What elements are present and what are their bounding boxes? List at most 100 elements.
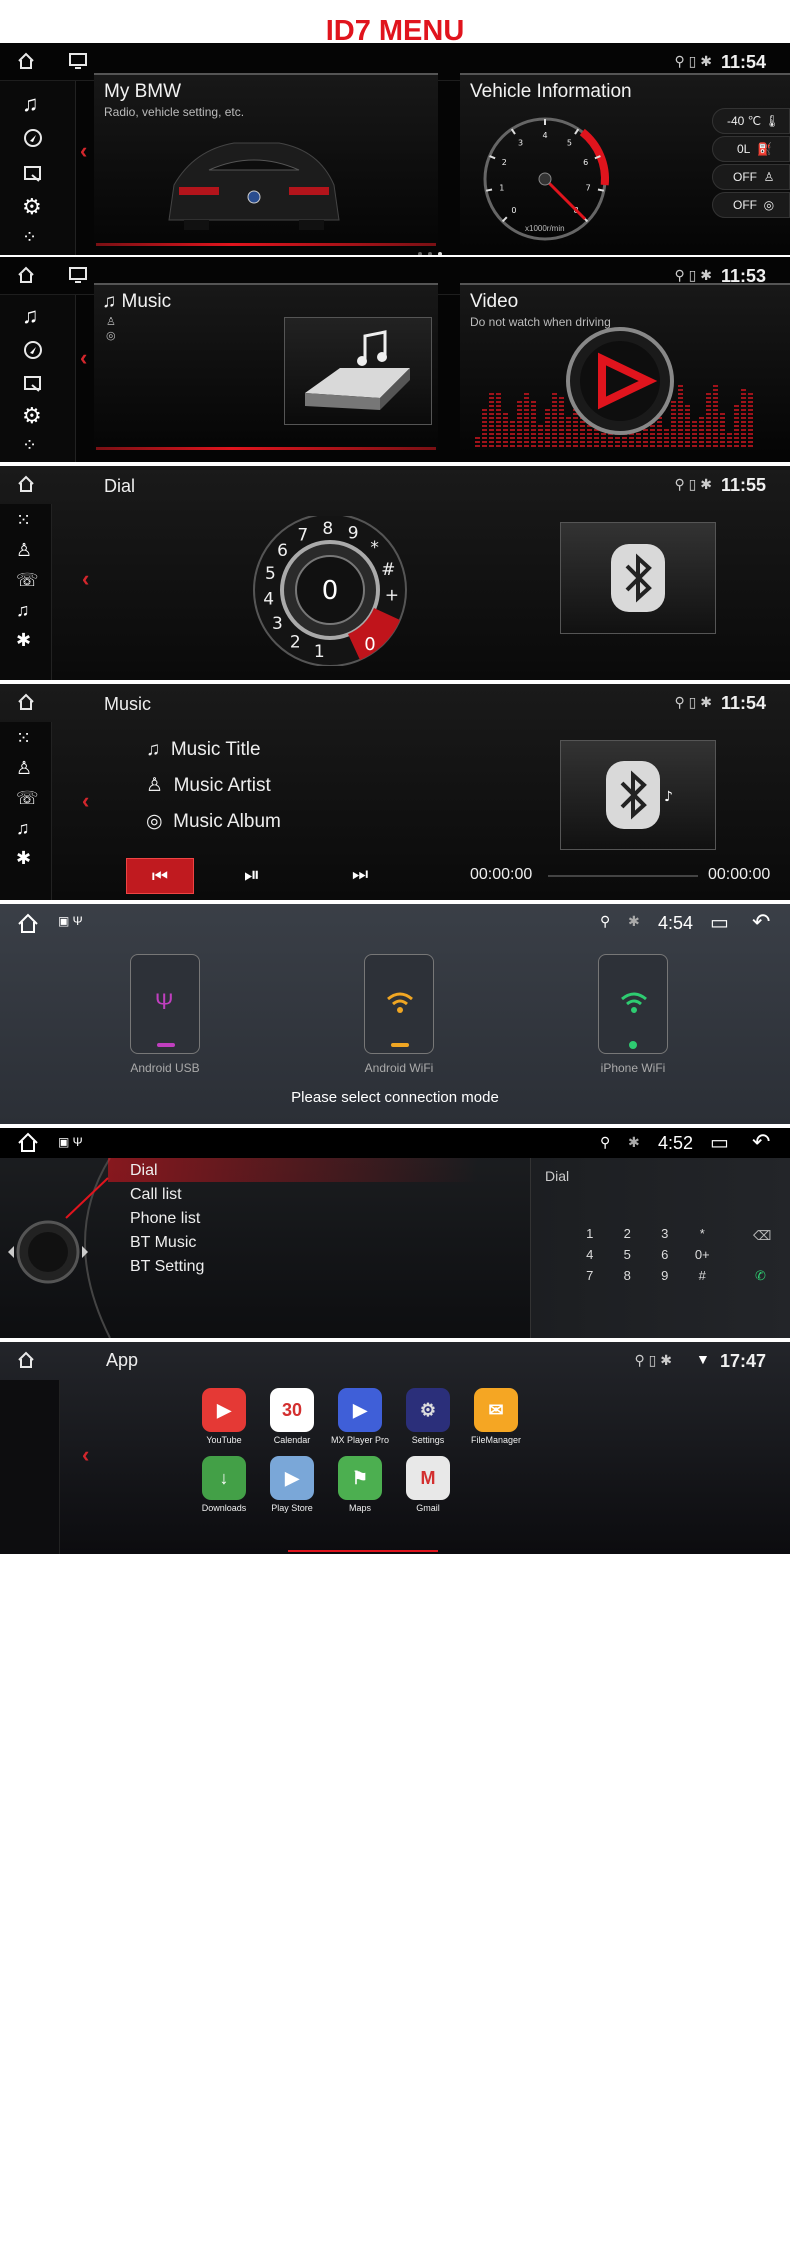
screen-icon[interactable] [68, 51, 88, 71]
equalizer-bar [510, 421, 515, 423]
app-youtube[interactable]: ▶ YouTube [194, 1388, 254, 1452]
contacts-icon[interactable]: ♙ [16, 758, 32, 779]
menu-item-call-list[interactable]: Call list [130, 1186, 182, 1204]
prev-page-chevron[interactable]: ‹ [82, 788, 89, 814]
navigation-icon[interactable] [22, 339, 44, 361]
menu-item-dial[interactable]: Dial [130, 1162, 158, 1180]
previous-button[interactable]: ⏮ [126, 858, 194, 894]
app-label: Settings [411, 1435, 445, 1445]
equalizer-bar [748, 405, 753, 407]
dial-key[interactable]: 8 [322, 519, 333, 539]
carplay-icon[interactable] [22, 163, 44, 185]
back-icon[interactable]: ↶ [752, 1129, 770, 1155]
home-icon[interactable] [16, 692, 36, 712]
menu-item-bt-music[interactable]: BT Music [130, 1234, 196, 1252]
prev-page-chevron[interactable]: ‹ [82, 566, 89, 592]
bt-music-icon[interactable]: ♫ [16, 600, 30, 621]
dial-key[interactable]: 1 [314, 642, 325, 662]
music-card[interactable]: ♫ Music ♙ ◎ [94, 283, 438, 453]
dial-key[interactable]: 7 [297, 525, 308, 545]
app-mx-player[interactable]: ▶ MX Player Pro [330, 1388, 390, 1452]
home-icon[interactable] [16, 51, 36, 71]
wifi-status-icon: ▼ [696, 1351, 710, 1367]
phone-iphone-wifi[interactable] [598, 954, 668, 1054]
home-icon[interactable] [16, 912, 40, 936]
app-play-store[interactable]: ▶ Play Store [262, 1456, 322, 1520]
equalizer-bar [517, 441, 522, 443]
menu-item-phone-list[interactable]: Phone list [130, 1210, 200, 1228]
equalizer-bar [552, 393, 557, 395]
keypad-icon[interactable]: ⁙ [16, 728, 31, 749]
apps-icon[interactable]: ⁘ [22, 227, 37, 248]
settings-icon[interactable]: ⚙ [22, 403, 42, 429]
equalizer-bar [503, 433, 508, 435]
dial-key[interactable]: 6 [277, 541, 288, 561]
dial-key[interactable]: 3 [272, 614, 283, 634]
apps-icon[interactable]: ⁘ [22, 435, 37, 456]
dial-display: 0 [322, 576, 339, 606]
dial-key[interactable]: 4 [263, 590, 274, 610]
preview-call-icon: ✆ [755, 1268, 766, 1283]
recent-apps-icon[interactable]: ▭ [710, 910, 729, 935]
app-file-manager[interactable]: ✉ FileManager [466, 1388, 526, 1452]
call-log-icon[interactable]: ☏ [16, 788, 39, 809]
dial-key-red[interactable]: 0 [364, 634, 375, 655]
play-pause-button[interactable]: ⏯ [244, 864, 260, 887]
home-icon[interactable] [16, 1350, 36, 1370]
equalizer-bar [517, 417, 522, 419]
home-icon[interactable] [16, 265, 36, 285]
maps-icon: ⚑ [338, 1456, 382, 1500]
screen-icon[interactable] [68, 265, 88, 285]
equalizer-bar [573, 417, 578, 419]
settings-icon[interactable]: ⚙ [22, 194, 42, 220]
idrive-knob[interactable] [0, 1158, 120, 1338]
dial-key[interactable]: # [381, 560, 395, 580]
equalizer-bar [713, 417, 718, 419]
music-nav-icon[interactable]: ♫ [22, 91, 39, 117]
preview-key: 5 [623, 1247, 631, 1262]
rotary-dial[interactable]: 0 0 123 4 567 8 9 *# + [210, 516, 450, 666]
call-log-icon[interactable]: ☏ [16, 570, 39, 591]
next-button[interactable]: ⏭ [352, 864, 368, 885]
dial-key[interactable]: 9 [348, 524, 359, 544]
settings-icon: ⚙ [406, 1388, 450, 1432]
bt-music-icon[interactable]: ♫ [16, 818, 30, 839]
home-icon[interactable] [16, 474, 36, 494]
dial-key[interactable]: 2 [290, 632, 301, 652]
equalizer-bar [636, 445, 641, 447]
dial-key[interactable]: * [370, 538, 379, 558]
dial-key[interactable]: 5 [265, 564, 276, 584]
progress-bar[interactable] [548, 875, 698, 877]
menu-item-bt-setting[interactable]: BT Setting [130, 1258, 204, 1276]
home-icon[interactable] [16, 1131, 40, 1155]
phone-android-wifi[interactable] [364, 954, 434, 1054]
app-maps[interactable]: ⚑ Maps [330, 1456, 390, 1520]
music-nav-icon[interactable]: ♫ [22, 303, 39, 329]
app-gmail[interactable]: M Gmail [398, 1456, 458, 1520]
phone-android-usb[interactable]: Ψ [130, 954, 200, 1054]
gauge-tick [501, 216, 508, 223]
equalizer-bar [503, 413, 508, 415]
prev-page-chevron[interactable]: ‹ [82, 1442, 89, 1468]
recent-apps-icon[interactable]: ▭ [710, 1130, 729, 1155]
video-card[interactable]: Video Do not watch when driving [460, 283, 790, 453]
app-settings[interactable]: ⚙ Settings [398, 1388, 458, 1452]
equalizer-bar [706, 437, 711, 439]
contacts-icon[interactable]: ♙ [16, 540, 32, 561]
navigation-icon[interactable] [22, 127, 44, 149]
equalizer-bar [678, 401, 683, 403]
status-bar: App ⚲ ▯ ✱ ▼ 17:47 [0, 1342, 790, 1380]
app-calendar[interactable]: 30 Calendar [262, 1388, 322, 1452]
prev-page-chevron[interactable]: ‹ [80, 138, 87, 164]
preview-key: 7 [586, 1268, 594, 1283]
bt-settings-icon[interactable]: ✱ [16, 848, 31, 869]
app-downloads[interactable]: ↓ Downloads [194, 1456, 254, 1520]
bt-settings-icon[interactable]: ✱ [16, 630, 31, 651]
my-bmw-card[interactable]: My BMW Radio, vehicle setting, etc. [94, 73, 438, 248]
android-usb-label: Android USB [130, 1061, 200, 1075]
keypad-icon[interactable]: ⁙ [16, 510, 31, 531]
carplay-icon[interactable] [22, 373, 44, 395]
prev-page-chevron[interactable]: ‹ [80, 345, 87, 371]
dial-key[interactable]: + [385, 585, 399, 605]
back-icon[interactable]: ↶ [752, 909, 770, 935]
